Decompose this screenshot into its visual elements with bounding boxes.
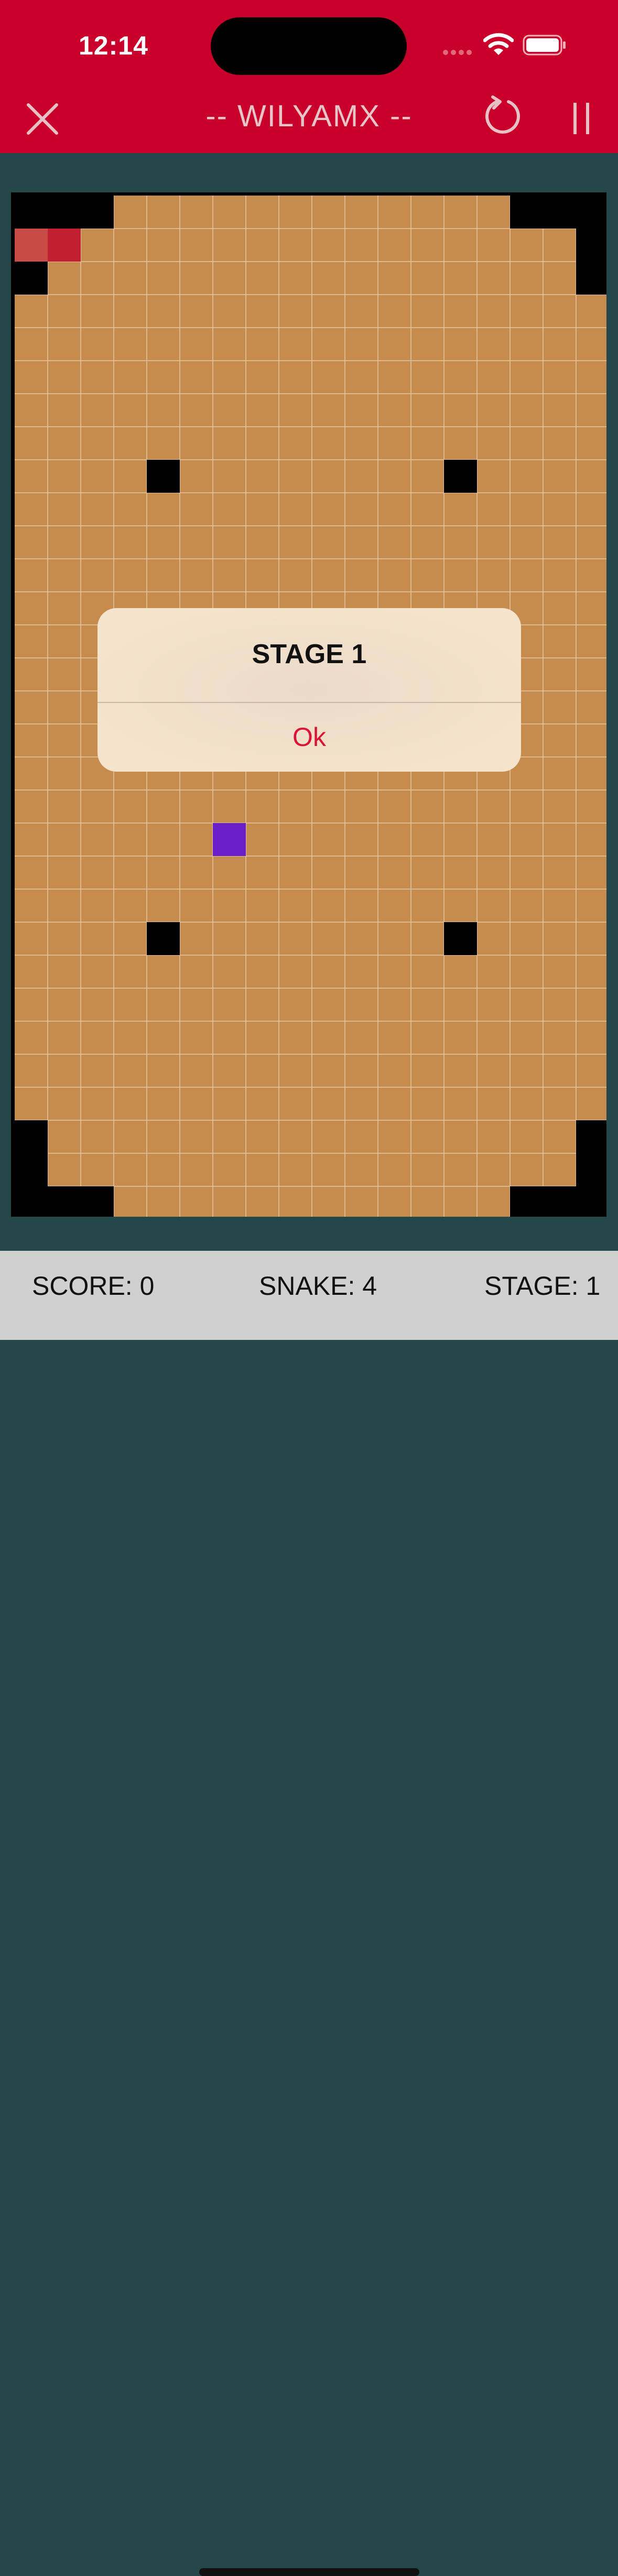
top-bar: 12:14 -- WILYAMX -- — [0, 0, 618, 153]
pause-icon[interactable] — [571, 103, 592, 134]
snake-head — [15, 229, 48, 262]
wall-block — [81, 1186, 114, 1217]
game-title: -- WILYAMX -- — [205, 99, 413, 133]
cellular-signal-icon — [443, 50, 474, 56]
wall-block — [11, 1153, 48, 1186]
ok-button[interactable]: Ok — [97, 703, 521, 772]
wall-block — [11, 1186, 48, 1217]
wall-block — [510, 1186, 543, 1217]
wall-block — [576, 1186, 606, 1217]
snake-body — [48, 229, 81, 262]
wall-block — [11, 192, 48, 229]
wall-block — [543, 192, 576, 229]
wall-block — [81, 192, 114, 229]
snake-length-label: SNAKE: 4 — [259, 1271, 377, 1301]
wall-block — [543, 1186, 576, 1217]
food-item — [213, 823, 246, 856]
wall-block — [576, 262, 606, 295]
wall-block — [48, 192, 81, 229]
dialog-title: STAGE 1 — [252, 639, 367, 669]
wall-block — [576, 229, 606, 262]
wifi-icon — [483, 33, 514, 55]
wall-block — [11, 1120, 48, 1153]
wall-block — [510, 192, 543, 229]
home-indicator[interactable] — [199, 2568, 419, 2576]
wall-block — [11, 262, 48, 295]
restart-icon[interactable] — [481, 94, 525, 138]
wall-block — [576, 1153, 606, 1186]
wall-block — [576, 192, 606, 229]
score-bar: SCORE: 0 SNAKE: 4 STAGE: 1 — [0, 1251, 618, 2576]
stage-label: STAGE: 1 — [484, 1271, 601, 1301]
battery-icon — [523, 35, 566, 56]
status-time: 12:14 — [79, 31, 148, 60]
wall-block — [444, 922, 477, 955]
stage-dialog: STAGE 1 Ok — [97, 608, 521, 772]
wall-block — [147, 460, 180, 493]
dynamic-island — [211, 17, 407, 75]
wall-block — [444, 460, 477, 493]
wall-block — [147, 922, 180, 955]
wall-block — [48, 1186, 81, 1217]
score-label: SCORE: 0 — [32, 1271, 155, 1301]
wall-block — [576, 1120, 606, 1153]
